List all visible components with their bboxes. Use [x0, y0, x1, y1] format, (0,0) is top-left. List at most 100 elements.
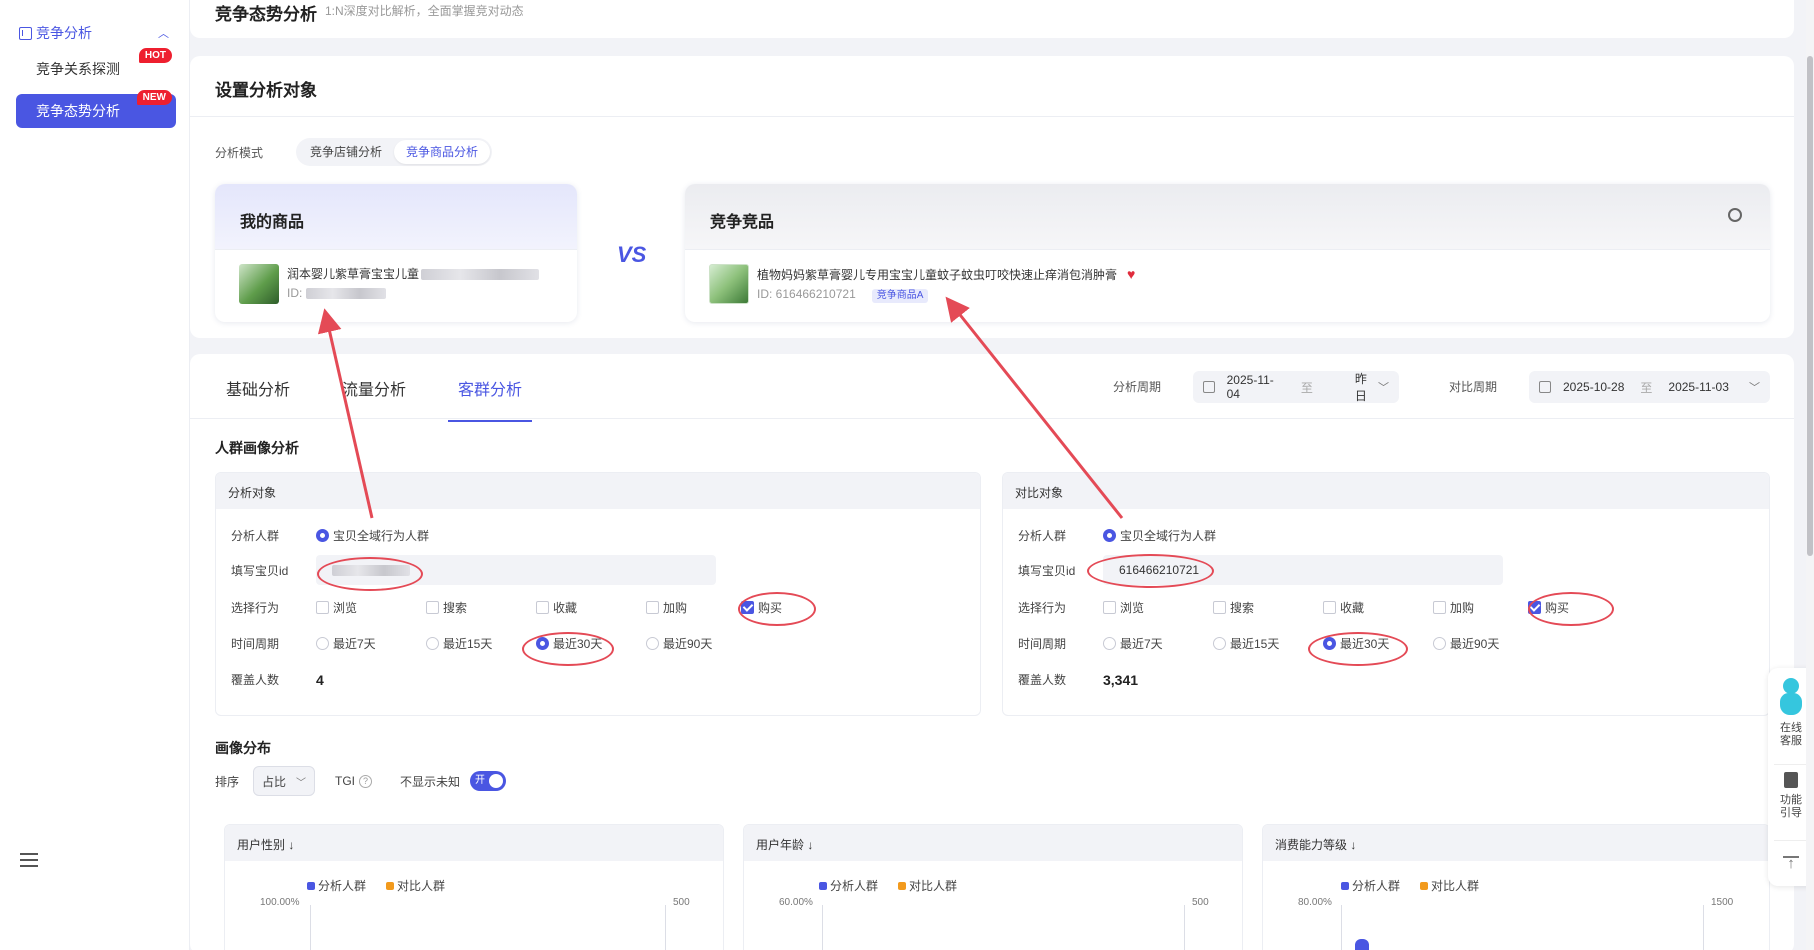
option-label: 收藏 [553, 601, 578, 615]
my-product-card[interactable]: 我的商品 润本婴儿紫草膏宝宝儿童 ID: [215, 184, 577, 322]
vs-label: VS [617, 242, 647, 267]
sidebar: 竞争分析 ︿ 竞争关系探测 HOT 竞争态势分析 NEW [0, 0, 190, 950]
sort-select[interactable]: 占比 ﹀ [253, 766, 316, 796]
option-label: 最近90天 [663, 637, 713, 651]
legend-label: 分析人群 [830, 879, 879, 893]
behavior-favorite-checkbox[interactable]: 收藏 [1323, 599, 1433, 616]
behavior-browse-checkbox[interactable]: 浏览 [1103, 599, 1213, 616]
cover-label: 覆盖人数 [231, 673, 280, 687]
competitor-heading: 竞争竞品 [685, 184, 1770, 249]
help-icon[interactable]: ? [359, 774, 373, 788]
behavior-browse-checkbox[interactable]: 浏览 [316, 599, 426, 616]
period-7d-radio[interactable]: 最近7天 [316, 635, 426, 652]
chevron-down-icon: ﹀ [296, 777, 307, 789]
guide-label: 功能引导 [1780, 794, 1802, 819]
portrait-controls: 排序 占比 ﹀ TGI ? 不显示未知 开 [215, 766, 507, 796]
setup-panel: 设置分析对象 分析模式 竞争店铺分析 竞争商品分析 我的商品 润本婴儿紫草膏宝宝… [190, 56, 1794, 338]
behavior-search-checkbox[interactable]: 搜索 [426, 599, 536, 616]
legend-compare[interactable]: 对比人群 [898, 877, 967, 894]
period-90d-radio[interactable]: 最近90天 [646, 635, 712, 652]
annotation-circle [738, 592, 816, 626]
redacted-id [305, 288, 386, 300]
behavior-label: 选择行为 [1018, 601, 1067, 615]
crowd-label: 分析人群 [231, 529, 280, 543]
period-date-picker[interactable]: 2025-11-04 至 昨日 ﹀ [1193, 371, 1399, 403]
y-axis-left-top: 100.00% [260, 897, 300, 908]
scrollbar[interactable] [1806, 0, 1814, 950]
panel-title: 分析对象 [216, 473, 980, 509]
chart-title[interactable]: 用户性别 ↓ [225, 825, 723, 861]
page-subtitle: 1:N深度对比解析，全面掌握竞对动态 [325, 4, 524, 18]
period-90d-radio[interactable]: 最近90天 [1433, 635, 1499, 652]
crowd-label: 分析人群 [1018, 529, 1067, 543]
y-axis-right-top: 500 [1192, 897, 1209, 908]
competitor-product-id: ID: 616466210721 [757, 286, 856, 301]
product-thumbnail [709, 264, 749, 304]
chart-icon [19, 26, 32, 40]
option-label: 加购 [1450, 601, 1475, 615]
sidebar-group-label: 竞争分析 [36, 25, 92, 41]
compare-object-panel: 对比对象 分析人群 宝贝全域行为人群 填写宝贝id 616466210721 选… [1002, 472, 1770, 716]
tab-audience[interactable]: 客群分析 [448, 376, 533, 422]
compare-end: 2025-11-03 [1668, 380, 1729, 394]
mode-product-tab[interactable]: 竞争商品分析 [394, 140, 491, 164]
legend-analysis[interactable]: 分析人群 [1341, 877, 1410, 894]
crowd-radio[interactable]: 宝贝全域行为人群 [1103, 527, 1216, 544]
option-label: 最近15天 [443, 637, 493, 651]
competitor-product-name: 植物妈妈紫草膏婴儿专用宝宝儿童蚊子蚊虫叮咬快速止痒消包消肿膏 [757, 267, 1118, 282]
behavior-search-checkbox[interactable]: 搜索 [1213, 599, 1323, 616]
behavior-cart-checkbox[interactable]: 加购 [1433, 599, 1528, 616]
calendar-icon [1203, 381, 1215, 393]
gender-chart: 用户性别 ↓ 分析人群 对比人群 100.00% 500 [224, 824, 724, 950]
tab-traffic[interactable]: 流量分析 [342, 376, 406, 422]
y-axis-left-top: 60.00% [779, 897, 813, 908]
menu-collapse-icon[interactable] [20, 853, 38, 867]
chevron-up-icon[interactable]: ︿ [158, 25, 169, 41]
competitor-product-card[interactable]: 竞争竞品 植物妈妈紫草膏婴儿专用宝宝儿童蚊子蚊虫叮咬快速止痒消包消肿膏 ♥ ID:… [685, 184, 1770, 322]
hide-unknown-toggle[interactable]: 开 [470, 771, 507, 791]
legend-label: 分析人群 [318, 879, 367, 893]
legend-analysis[interactable]: 分析人群 [819, 877, 888, 894]
divider [1774, 764, 1808, 765]
y-axis-left-top: 80.00% [1298, 897, 1332, 908]
behavior-favorite-checkbox[interactable]: 收藏 [536, 599, 646, 616]
my-product-heading: 我的商品 [215, 184, 577, 249]
back-to-top-icon [1783, 856, 1799, 872]
legend-label: 对比人群 [909, 879, 958, 893]
period-7d-radio[interactable]: 最近7天 [1103, 635, 1213, 652]
mode-switch: 竞争店铺分析 竞争商品分析 [296, 138, 493, 166]
compare-date-picker[interactable]: 2025-10-28 至 2025-11-03 ﹀ [1529, 371, 1770, 403]
scrollbar-thumb[interactable] [1807, 56, 1813, 556]
sidebar-item-relation-detect[interactable]: 竞争关系探测 HOT [16, 48, 176, 86]
chart-title[interactable]: 用户年龄 ↓ [744, 825, 1242, 861]
y-axis-right-top: 1500 [1711, 897, 1734, 908]
tab-basic[interactable]: 基础分析 [226, 376, 290, 422]
sidebar-group-competition[interactable]: 竞争分析 ︿ [19, 22, 169, 44]
redacted-text [421, 269, 540, 281]
period-15d-radio[interactable]: 最近15天 [1213, 635, 1323, 652]
legend-compare[interactable]: 对比人群 [386, 877, 455, 894]
option-label: 搜索 [1230, 601, 1255, 615]
mode-shop-tab[interactable]: 竞争店铺分析 [298, 140, 394, 164]
gear-icon[interactable] [1728, 208, 1742, 222]
sidebar-item-situation-analysis[interactable]: 竞争态势分析 NEW [16, 90, 176, 128]
period-15d-radio[interactable]: 最近15天 [426, 635, 536, 652]
annotation-circle [522, 632, 614, 666]
chart-title[interactable]: 消费能力等级 ↓ [1263, 825, 1769, 861]
annotation-circle [317, 557, 423, 591]
behavior-cart-checkbox[interactable]: 加购 [646, 599, 741, 616]
mascot-icon [1776, 678, 1806, 718]
document-icon [1784, 772, 1798, 788]
bar [1355, 939, 1369, 950]
crowd-radio[interactable]: 宝贝全域行为人群 [316, 527, 429, 544]
setup-title: 设置分析对象 [215, 81, 317, 100]
legend-analysis[interactable]: 分析人群 [307, 877, 376, 894]
period-label: 分析周期 [1113, 380, 1162, 394]
page-header: 竞争态势分析 1:N深度对比解析，全面掌握竞对动态 [190, 0, 1794, 38]
sort-value: 占比 [262, 774, 287, 789]
period-start: 2025-11-04 [1226, 373, 1274, 401]
heart-icon[interactable]: ♥ [1127, 266, 1135, 282]
legend-label: 对比人群 [1431, 879, 1480, 893]
legend-compare[interactable]: 对比人群 [1420, 877, 1489, 894]
product-thumbnail [239, 264, 279, 304]
